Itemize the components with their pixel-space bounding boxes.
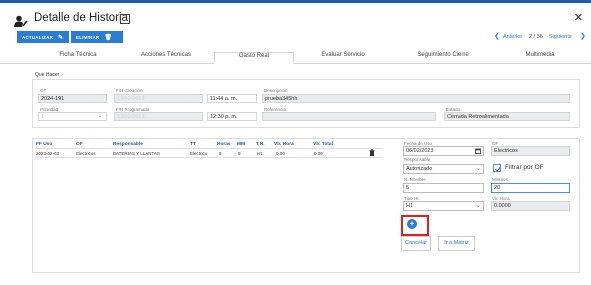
chevron-left-icon[interactable]: ❮ — [494, 32, 500, 40]
col-header-of: OF — [76, 142, 83, 147]
ot-field: 2024-191 — [38, 94, 107, 103]
delete-button[interactable]: ELIMINAR 🗑 — [71, 31, 123, 43]
tab-gasto-real[interactable]: Gasto Real — [214, 52, 294, 64]
cell-tt: Electrico — [190, 151, 208, 156]
cell-responsable: BATERIAS Y LLANTAS — [113, 151, 160, 156]
col-header-th: T.H. — [256, 142, 265, 147]
trash-icon: 🗑 — [104, 34, 113, 41]
calendar-icon[interactable] — [475, 148, 481, 154]
minutos-input[interactable]: 20 — [491, 183, 570, 193]
trash-icon[interactable] — [369, 149, 375, 156]
check-icon — [494, 166, 502, 172]
chevron-down-icon: ⌄ — [476, 203, 482, 209]
col-header-tt: TT — [190, 142, 196, 147]
col-header-mm: MM — [237, 142, 245, 147]
prioridad-select[interactable]: 1 — [38, 112, 107, 121]
tab-acciones-tecnicas[interactable]: Acciones Técnicas — [126, 52, 206, 64]
tab-evaluar-servicio[interactable]: Evaluar Servicio — [303, 52, 383, 64]
pencil-icon: ✎ — [58, 34, 64, 41]
vlr-hora-field: 0.0000 — [491, 201, 570, 211]
fh-programada-date-field: 13/02/2023 — [114, 112, 203, 121]
cell-vlr-total: 0.00 — [314, 151, 323, 156]
chevron-down-icon: ⌄ — [98, 113, 103, 119]
cell-th: H1 — [257, 151, 263, 156]
maximize-icon[interactable] — [120, 14, 130, 24]
descripcion-field[interactable]: prueba345hh — [262, 94, 570, 103]
table-row-divider — [35, 157, 383, 158]
table-header-divider — [35, 148, 383, 149]
ir-a-matriz-button[interactable]: Ir a Matriz — [438, 236, 475, 251]
referencia-field[interactable] — [262, 112, 436, 121]
chevron-right-icon[interactable]: ❯ — [580, 32, 586, 40]
ot-label: OT — [40, 88, 47, 93]
close-icon[interactable]: × — [574, 9, 583, 26]
col-header-responsable: Responsable — [113, 142, 143, 147]
tab-ficha-tecnica[interactable]: Ficha Técnica — [38, 52, 118, 64]
next-link[interactable]: Siguiente — [549, 34, 572, 40]
tab-multimedia[interactable]: Multimedia — [500, 52, 580, 64]
filtrar-checkbox[interactable] — [493, 164, 502, 172]
of-field: Electricos — [491, 146, 570, 156]
user-edit-icon — [14, 15, 28, 27]
cell-mm: 9 — [238, 151, 241, 156]
col-header-ff-uso: FF Uso — [36, 142, 53, 147]
col-header-vlr-hora: Vlr. Hora — [274, 142, 294, 147]
cell-vlr-hora: 0.00 — [276, 151, 285, 156]
tab-seguimiento-cierre[interactable]: Seguimiento Cierre — [398, 52, 488, 64]
descripcion-label: Descripción — [264, 88, 288, 93]
update-button[interactable]: ACTUALIZAR ✎ — [17, 31, 69, 43]
chevron-down-icon: ⌄ — [476, 166, 482, 172]
col-header-horas: Horas — [217, 142, 231, 147]
fh-creacion-label: F/H Creación — [116, 88, 143, 93]
cell-horas: 9 — [219, 151, 222, 156]
fecha-uso-input[interactable]: 06/02/2023 — [403, 146, 484, 156]
cancel-button[interactable]: Cancelar — [401, 236, 431, 251]
previous-link[interactable]: Anterior — [503, 34, 522, 40]
cell-ff-uso: 2023-02-03 — [36, 151, 60, 156]
responsable-label: Responsable — [404, 157, 431, 162]
add-button[interactable]: + — [407, 219, 417, 229]
estado-field: Cerrada Retroalimentada — [444, 112, 570, 121]
cell-of: Electricos — [76, 151, 96, 156]
fh-creacion-time-field: 11:44 a. m. — [207, 94, 257, 103]
tab-bar: Ficha Técnica Acciones Técnicas Gasto Re… — [0, 50, 591, 64]
nombre-input[interactable]: 5 — [403, 183, 484, 193]
page-title: Detalle de Historia — [34, 12, 128, 24]
tipo-hr-select[interactable]: H1 — [403, 201, 484, 211]
fh-programada-time-field: 12:30 p. m. — [207, 112, 257, 121]
record-counter: 2 / 36 — [529, 34, 543, 40]
filtrar-label: Filtrar por OF — [505, 164, 544, 171]
responsable-select[interactable]: Autorizado — [403, 164, 484, 174]
col-header-vlr-total: Vlr. Total — [313, 142, 333, 147]
minutos-label: Minutos — [492, 177, 508, 182]
fh-creacion-date-field: 13/02/2023 — [114, 94, 203, 103]
que-hacer-label: Que Hacer — [35, 72, 60, 78]
nombre-label: N. Nombre — [404, 177, 426, 182]
